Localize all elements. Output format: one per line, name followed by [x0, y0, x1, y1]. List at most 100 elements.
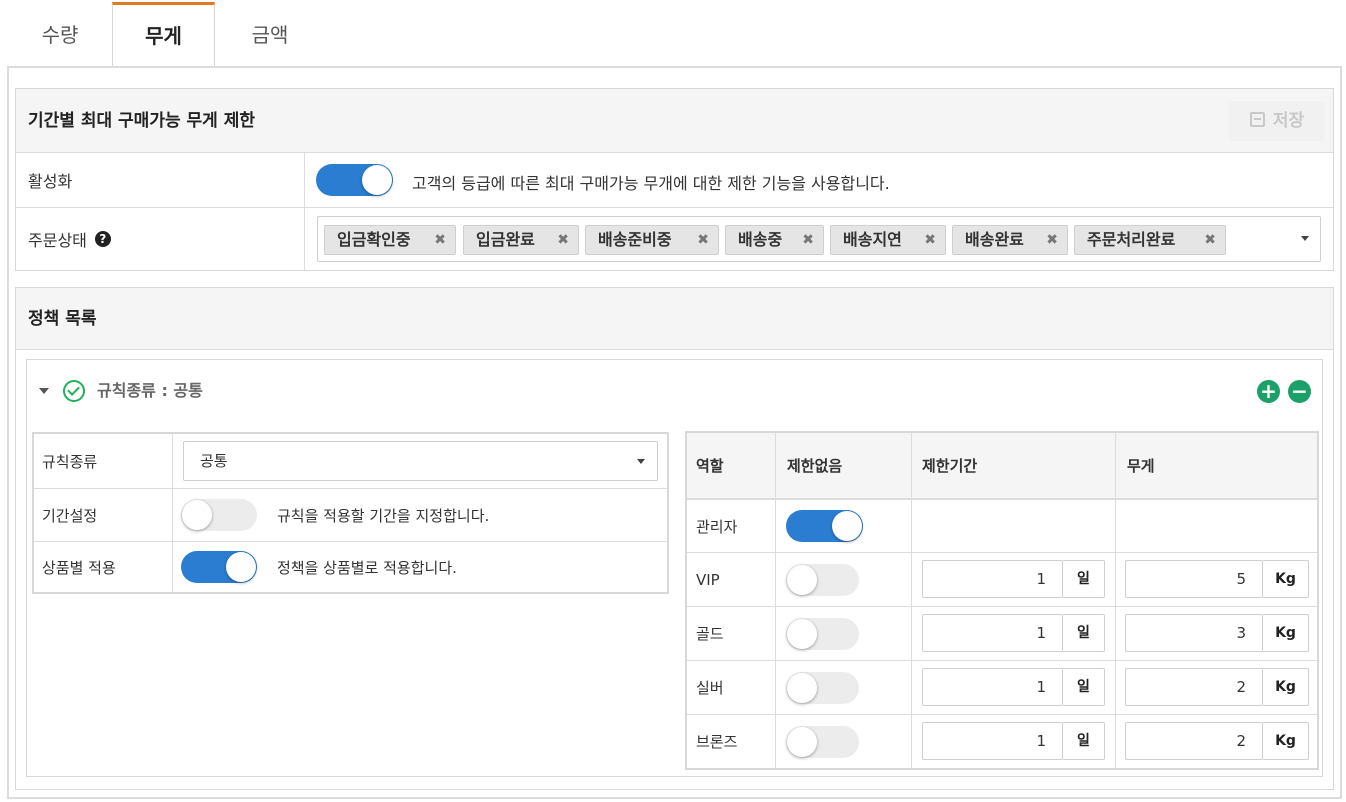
toggle-knob	[787, 565, 817, 595]
order-status-chip: 배송완료 ✖	[952, 225, 1068, 255]
panel-title: 정책 목록	[28, 309, 97, 329]
times-icon[interactable]: ✖	[924, 226, 936, 254]
tab-quantity[interactable]: 수량	[8, 4, 112, 67]
rule-type-row: 규칙종류 공통	[34, 434, 667, 489]
order-status-chip: 주문처리완료 ✖	[1074, 225, 1226, 255]
weight-input[interactable]: 2	[1125, 668, 1263, 706]
weight-unit: Kg	[1263, 722, 1309, 760]
grade-name: 실버	[696, 679, 724, 697]
activate-label: 활성화	[16, 153, 305, 207]
rule-type-select[interactable]: 공통	[183, 441, 658, 481]
times-icon[interactable]: ✖	[434, 226, 446, 254]
save-button[interactable]: 저장	[1229, 101, 1325, 141]
period-input[interactable]: 1	[922, 614, 1063, 652]
chip-label: 입금완료	[476, 230, 535, 249]
product-apply-toggle[interactable]	[181, 551, 257, 583]
minus-circle-icon[interactable]: −	[1288, 380, 1311, 403]
panel-title: 기간별 최대 구매가능 무게 제한	[28, 111, 255, 131]
toggle-knob	[787, 673, 817, 703]
toggle-knob	[362, 165, 392, 195]
floppy-icon	[1249, 112, 1265, 127]
rule-type-label: 규칙종류	[34, 434, 173, 488]
question-circle-icon[interactable]: ?	[94, 231, 111, 247]
caret-down-icon[interactable]	[39, 388, 49, 394]
times-icon[interactable]: ✖	[802, 226, 814, 254]
product-apply-label: 상품별 적용	[34, 542, 173, 592]
caret-down-icon[interactable]	[1301, 236, 1309, 241]
order-status-chip: 배송준비중 ✖	[585, 225, 719, 255]
activate-toggle[interactable]	[316, 164, 393, 196]
unlimited-toggle[interactable]	[786, 672, 859, 704]
toggle-knob	[832, 511, 862, 541]
rule-card: 규칙종류 : 공통 + − 규칙종류 공통 기간설정 규칙을 적용할 기간을 지…	[26, 359, 1323, 777]
chip-label: 배송준비중	[598, 230, 672, 249]
grade-limit-table: 역할 제한없음 제한기간 무게 관리자 VIP 1 일 5 Kg 골드 1 일 …	[685, 431, 1319, 770]
period-unit: 일	[1063, 722, 1105, 760]
order-status-label: 주문상태	[28, 231, 87, 250]
order-status-multiselect[interactable]: 입금확인중 ✖ 입금완료 ✖ 배송준비중 ✖ 배송중 ✖ 배송지연 ✖ 배송완료 ✖ 주문처…	[317, 216, 1321, 262]
chip-label: 배송완료	[965, 230, 1024, 249]
times-icon[interactable]: ✖	[1204, 226, 1216, 254]
rule-title: 규칙종류 : 공통	[97, 381, 203, 400]
times-icon[interactable]: ✖	[1046, 226, 1058, 254]
grade-name: VIP	[696, 570, 720, 589]
weight-limit-panel: 기간별 최대 구매가능 무게 제한 저장 활성화 고객의 등급에 따른 최대 구…	[15, 88, 1334, 271]
order-status-chip: 입금완료 ✖	[463, 225, 579, 255]
weight-input[interactable]: 5	[1125, 560, 1263, 598]
weight-unit: Kg	[1263, 560, 1309, 598]
order-status-label-cell: 주문상태 ?	[16, 208, 305, 270]
order-status-chip: 배송중 ✖	[725, 225, 824, 255]
rule-settings-table: 규칙종류 공통 기간설정 규칙을 적용할 기간을 지정합니다. 상품별 적용 정…	[32, 432, 669, 594]
times-icon[interactable]: ✖	[697, 226, 709, 254]
save-button-label: 저장	[1272, 111, 1305, 131]
weight-unit: Kg	[1263, 668, 1309, 706]
period-toggle[interactable]	[181, 499, 257, 531]
table-row: 실버 1 일 2 Kg	[687, 661, 1317, 715]
weight-input[interactable]: 2	[1125, 722, 1263, 760]
activate-row: 활성화 고객의 등급에 따른 최대 구매가능 무개에 대한 제한 기능을 사용합…	[16, 153, 1333, 208]
policy-list-panel: 정책 목록 규칙종류 : 공통 + − 규칙종류 공통 기간설정 규칙을 적용할…	[15, 287, 1334, 790]
panel-header: 기간별 최대 구매가능 무게 제한 저장	[16, 89, 1333, 153]
period-setting-label: 기간설정	[34, 489, 173, 541]
plus-circle-icon[interactable]: +	[1257, 380, 1280, 403]
order-status-chip: 입금확인중 ✖	[324, 225, 456, 255]
weight-input[interactable]: 3	[1125, 614, 1263, 652]
unlimited-toggle[interactable]	[786, 618, 859, 650]
tab-amount[interactable]: 금액	[215, 4, 325, 67]
period-input[interactable]: 1	[922, 668, 1063, 706]
product-apply-row: 상품별 적용 정책을 상품별로 적용합니다.	[34, 542, 667, 592]
rule-type-value: 공통	[200, 452, 228, 470]
check-circle-icon	[63, 380, 85, 402]
product-apply-description: 정책을 상품별로 적용합니다.	[277, 559, 457, 577]
header-weight: 무게	[1127, 457, 1155, 475]
period-description: 규칙을 적용할 기간을 지정합니다.	[277, 507, 490, 525]
unlimited-toggle[interactable]	[786, 510, 863, 542]
order-status-chip: 배송지연 ✖	[830, 225, 946, 255]
grade-name: 골드	[696, 625, 724, 643]
period-unit: 일	[1063, 560, 1105, 598]
toggle-knob	[182, 500, 212, 530]
toggle-knob	[787, 727, 817, 757]
period-unit: 일	[1063, 614, 1105, 652]
caret-down-icon	[637, 459, 645, 464]
table-row: 골드 1 일 3 Kg	[687, 607, 1317, 661]
table-row: 관리자	[687, 500, 1317, 553]
chip-label: 배송지연	[843, 230, 902, 249]
times-icon[interactable]: ✖	[557, 226, 569, 254]
panel-header: 정책 목록	[16, 288, 1333, 350]
grade-name: 브론즈	[696, 733, 738, 751]
grade-name: 관리자	[696, 517, 738, 536]
period-input[interactable]: 1	[922, 722, 1063, 760]
toggle-knob	[787, 619, 817, 649]
tab-weight[interactable]: 무게	[112, 2, 215, 66]
order-status-row: 주문상태 ? 입금확인중 ✖ 입금완료 ✖ 배송준비중 ✖ 배송중 ✖ 배송지연 ✖ 배송…	[16, 208, 1333, 270]
chip-label: 주문처리완료	[1087, 230, 1176, 249]
toggle-knob	[226, 552, 256, 582]
period-input[interactable]: 1	[922, 560, 1063, 598]
unlimited-toggle[interactable]	[786, 564, 859, 596]
unlimited-toggle[interactable]	[786, 726, 859, 758]
chip-label: 배송중	[738, 230, 783, 249]
weight-unit: Kg	[1263, 614, 1309, 652]
table-row: 브론즈 1 일 2 Kg	[687, 715, 1317, 768]
period-setting-row: 기간설정 규칙을 적용할 기간을 지정합니다.	[34, 489, 667, 542]
